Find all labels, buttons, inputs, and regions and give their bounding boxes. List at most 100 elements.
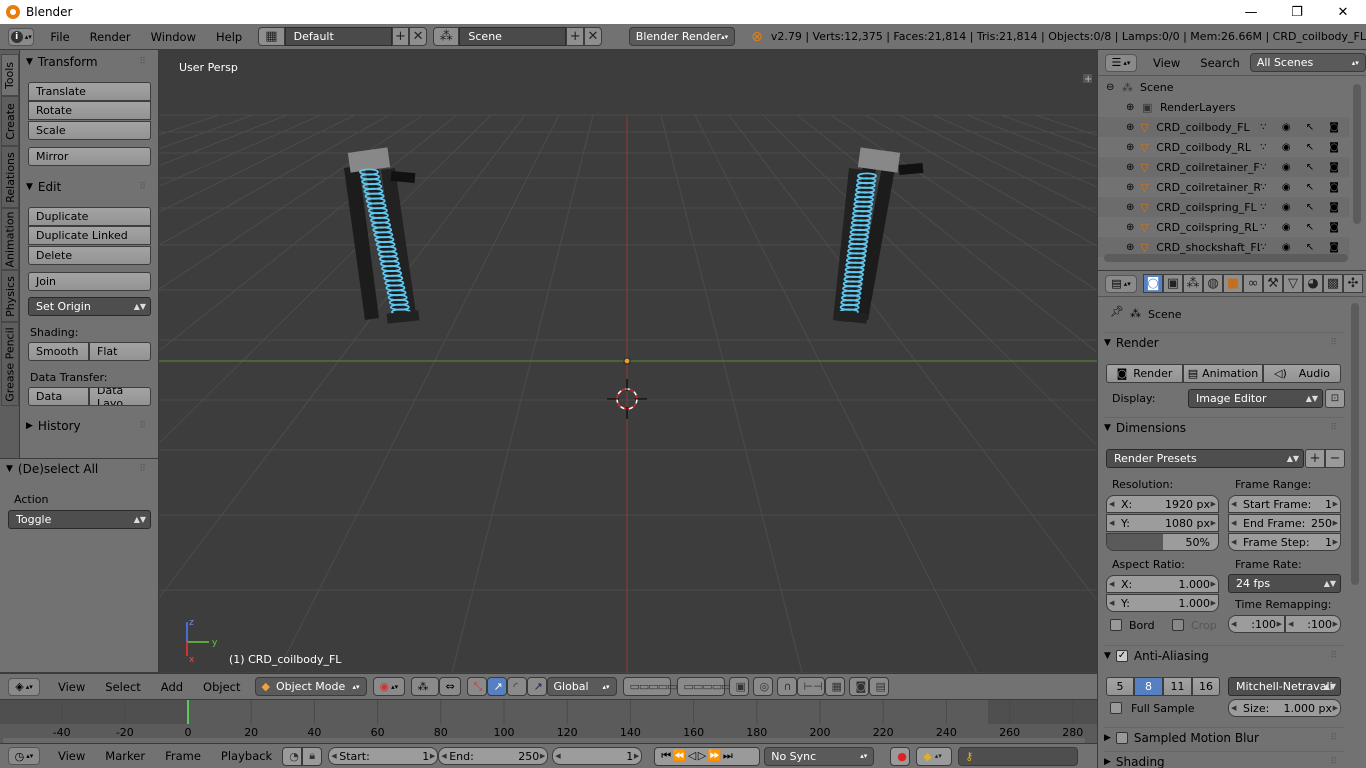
screen-layout-icon[interactable]: ▦ xyxy=(258,27,285,46)
frame-step-field[interactable]: ◀ Frame Step: 1 ▶ xyxy=(1228,533,1341,551)
expand-icon[interactable]: ⊕ xyxy=(1126,202,1136,213)
translate-button[interactable]: Translate xyxy=(28,82,151,101)
scale-manipulator-button[interactable]: ◜ xyxy=(506,677,527,696)
expand-icon[interactable]: ⊕ xyxy=(1126,102,1138,113)
crop-checkbox[interactable] xyxy=(1172,619,1184,631)
resolution-y-field[interactable]: ◀ Y: 1080 px ▶ xyxy=(1106,514,1219,532)
remove-scene-button[interactable]: ✕ xyxy=(584,27,602,46)
viewport-shading-dropdown[interactable]: ◉ ▴▾ xyxy=(372,677,405,696)
tab-render-layers-icon[interactable]: ▣ xyxy=(1163,274,1183,293)
expand-icon[interactable]: ⊕ xyxy=(1126,182,1136,193)
add-layout-button[interactable]: + xyxy=(391,27,410,46)
outliner-item-row[interactable]: ⊕ ▽ CRD_coilspring_RL ∵ ◉ ↖ ◙ xyxy=(1098,217,1349,237)
sync-dropdown[interactable]: No Sync ▴▾ xyxy=(764,746,875,766)
menu-view[interactable]: View xyxy=(48,680,95,694)
playback-controls[interactable]: ⏮ ⏪ ◁ ▷ ⏩ ⏭ xyxy=(654,746,761,766)
interaction-mode-dropdown[interactable]: ◆ Object Mode ▴▾ xyxy=(254,677,367,696)
editor-type-3dview-button[interactable]: ◈ ▴▾ xyxy=(8,677,40,696)
tab-create[interactable]: Create xyxy=(1,96,19,146)
outliner-item-row[interactable]: ⊕ ▽ CRD_coilspring_FL ∵ ◉ ↖ ◙ xyxy=(1098,197,1349,217)
outliner-item-row[interactable]: ⊕ ▽ CRD_coilretainer_RL ∵ ◉ ↖ ◙ xyxy=(1098,177,1349,197)
outliner-item-row[interactable]: ⊕ ▽ CRD_coilbody_RL ∵ ◉ ↖ ◙ xyxy=(1098,137,1349,157)
set-origin-dropdown[interactable]: Set Origin ▲▼ xyxy=(28,297,151,316)
aa-samples-5[interactable]: 5 xyxy=(1106,677,1134,696)
motion-blur-panel-header[interactable]: ▶ Sampled Motion Blur ⠿ xyxy=(1104,727,1344,747)
scene-field[interactable]: Scene xyxy=(459,27,567,46)
tab-animation[interactable]: Animation xyxy=(1,208,19,270)
mirror-button[interactable]: Mirror xyxy=(28,147,151,166)
pivot-point-dropdown[interactable]: ⁂ xyxy=(410,677,439,696)
anti-aliasing-panel-header[interactable]: ▼ ✓ Anti-Aliasing ⠿ xyxy=(1104,645,1344,665)
expand-icon[interactable]: ⊕ xyxy=(1126,242,1136,253)
tab-scene-icon[interactable]: ⁂ xyxy=(1183,274,1203,293)
aa-samples-16[interactable]: 16 xyxy=(1192,677,1220,696)
duplicate-button[interactable]: Duplicate xyxy=(28,207,151,226)
end-frame-prop-field[interactable]: ◀ End Frame: 250 ▶ xyxy=(1228,514,1341,532)
visibility-toggles-icon[interactable]: ∵ ◉ ↖ ◙ xyxy=(1260,162,1345,173)
render-button[interactable]: ◙ Render xyxy=(1106,364,1183,383)
tab-world-icon[interactable]: ◍ xyxy=(1203,274,1223,293)
join-button[interactable]: Join xyxy=(28,272,151,291)
tab-texture-icon[interactable]: ▩ xyxy=(1323,274,1343,293)
keying-set-dropdown[interactable]: ◆ ▴▾ xyxy=(916,746,953,766)
menu-help[interactable]: Help xyxy=(206,30,252,44)
layers-group-1[interactable]: ▭▭▭▭▭ xyxy=(622,677,677,696)
menu-file[interactable]: File xyxy=(40,30,79,44)
rotate-manipulator-button[interactable]: ↗ xyxy=(486,677,507,696)
opengl-animation-button[interactable]: ▤ xyxy=(868,677,889,696)
aspect-y-field[interactable]: ◀ Y: 1.000 ▶ xyxy=(1106,594,1219,612)
editor-type-properties-button[interactable]: ▤ ▴▾ xyxy=(1105,274,1137,293)
transform-panel-header[interactable]: ▼ Transform ⠿ xyxy=(26,52,153,72)
display-dropdown[interactable]: Image Editor ▲▼ xyxy=(1188,389,1323,408)
display-mode-dropdown[interactable]: All Scenes ▴▾ xyxy=(1249,53,1366,72)
visibility-toggles-icon[interactable]: ∵ ◉ ↖ ◙ xyxy=(1260,222,1345,233)
opengl-render-button[interactable]: ◙ xyxy=(848,677,869,696)
snap-target-button[interactable]: ▦ xyxy=(824,677,845,696)
duplicate-linked-button[interactable]: Duplicate Linked xyxy=(28,226,151,245)
outliner-scene-row[interactable]: ⊖ ⁂ Scene xyxy=(1098,77,1349,97)
smooth-button[interactable]: Smooth xyxy=(28,342,89,361)
aa-size-field[interactable]: ◀ Size: 1.000 px ▶ xyxy=(1228,699,1341,717)
suspension-left[interactable] xyxy=(344,147,420,324)
tab-render-camera-icon[interactable]: ◙ xyxy=(1143,274,1163,293)
menu-marker[interactable]: Marker xyxy=(95,749,155,763)
flat-button[interactable]: Flat xyxy=(89,342,151,361)
aa-filter-dropdown[interactable]: Mitchell-Netravali ▲▼ xyxy=(1228,677,1341,696)
tab-constraints-icon[interactable]: ∞ xyxy=(1243,274,1263,293)
expand-icon[interactable]: ⊕ xyxy=(1126,142,1136,153)
preview-range-button[interactable]: ◔ xyxy=(282,746,303,766)
anti-aliasing-checkbox[interactable]: ✓ xyxy=(1115,649,1128,662)
resolution-percentage-slider[interactable]: 50% xyxy=(1106,533,1219,551)
menu-frame[interactable]: Frame xyxy=(155,749,211,763)
maximize-button[interactable]: ❐ xyxy=(1274,0,1320,24)
screen-layout-field[interactable]: Default xyxy=(284,27,392,46)
add-scene-button[interactable]: + xyxy=(566,27,585,46)
render-presets-dropdown[interactable]: Render Presets ▲▼ xyxy=(1106,449,1304,468)
editor-type-info-button[interactable]: i ▴▾ xyxy=(8,27,35,46)
close-button[interactable]: ✕ xyxy=(1320,0,1366,24)
action-dropdown[interactable]: Toggle ▲▼ xyxy=(8,510,151,529)
end-frame-field[interactable]: ◀ End: 250 ▶ xyxy=(438,747,549,765)
full-sample-checkbox[interactable] xyxy=(1110,702,1122,714)
delete-button[interactable]: Delete xyxy=(28,246,151,265)
visibility-toggles-icon[interactable]: ∵ ◉ ↖ ◙ xyxy=(1260,242,1345,253)
data-layout-button[interactable]: Data Layo xyxy=(89,387,151,406)
deselect-all-panel-header[interactable]: ▼ (De)select All ⠿ xyxy=(6,459,153,479)
expand-icon[interactable]: ⊕ xyxy=(1126,222,1136,233)
visibility-toggles-icon[interactable]: ∵ ◉ ↖ ◙ xyxy=(1260,142,1345,153)
lock-camera-button[interactable]: ▣ xyxy=(728,677,749,696)
menu-playback[interactable]: Playback xyxy=(211,749,282,763)
menu-view[interactable]: View xyxy=(1143,56,1190,70)
scene-icon[interactable]: ⁂ xyxy=(432,27,460,46)
menu-select[interactable]: Select xyxy=(95,680,150,694)
edit-panel-header[interactable]: ▼ Edit ⠿ xyxy=(26,177,153,197)
pin-icon[interactable]: 📌︎ xyxy=(1110,305,1124,318)
border-checkbox[interactable] xyxy=(1110,619,1122,631)
current-frame-field[interactable]: ◀ 1 ▶ xyxy=(552,747,643,765)
start-frame-prop-field[interactable]: ◀ Start Frame: 1 ▶ xyxy=(1228,495,1341,513)
animation-button[interactable]: ▤ Animation xyxy=(1183,364,1263,383)
snap-toggle[interactable]: ∩ xyxy=(776,677,797,696)
lock-range-button[interactable]: 🔒︎ xyxy=(302,746,323,766)
expand-icon[interactable]: ⊕ xyxy=(1126,162,1136,173)
aspect-x-field[interactable]: ◀ X: 1.000 ▶ xyxy=(1106,575,1219,593)
